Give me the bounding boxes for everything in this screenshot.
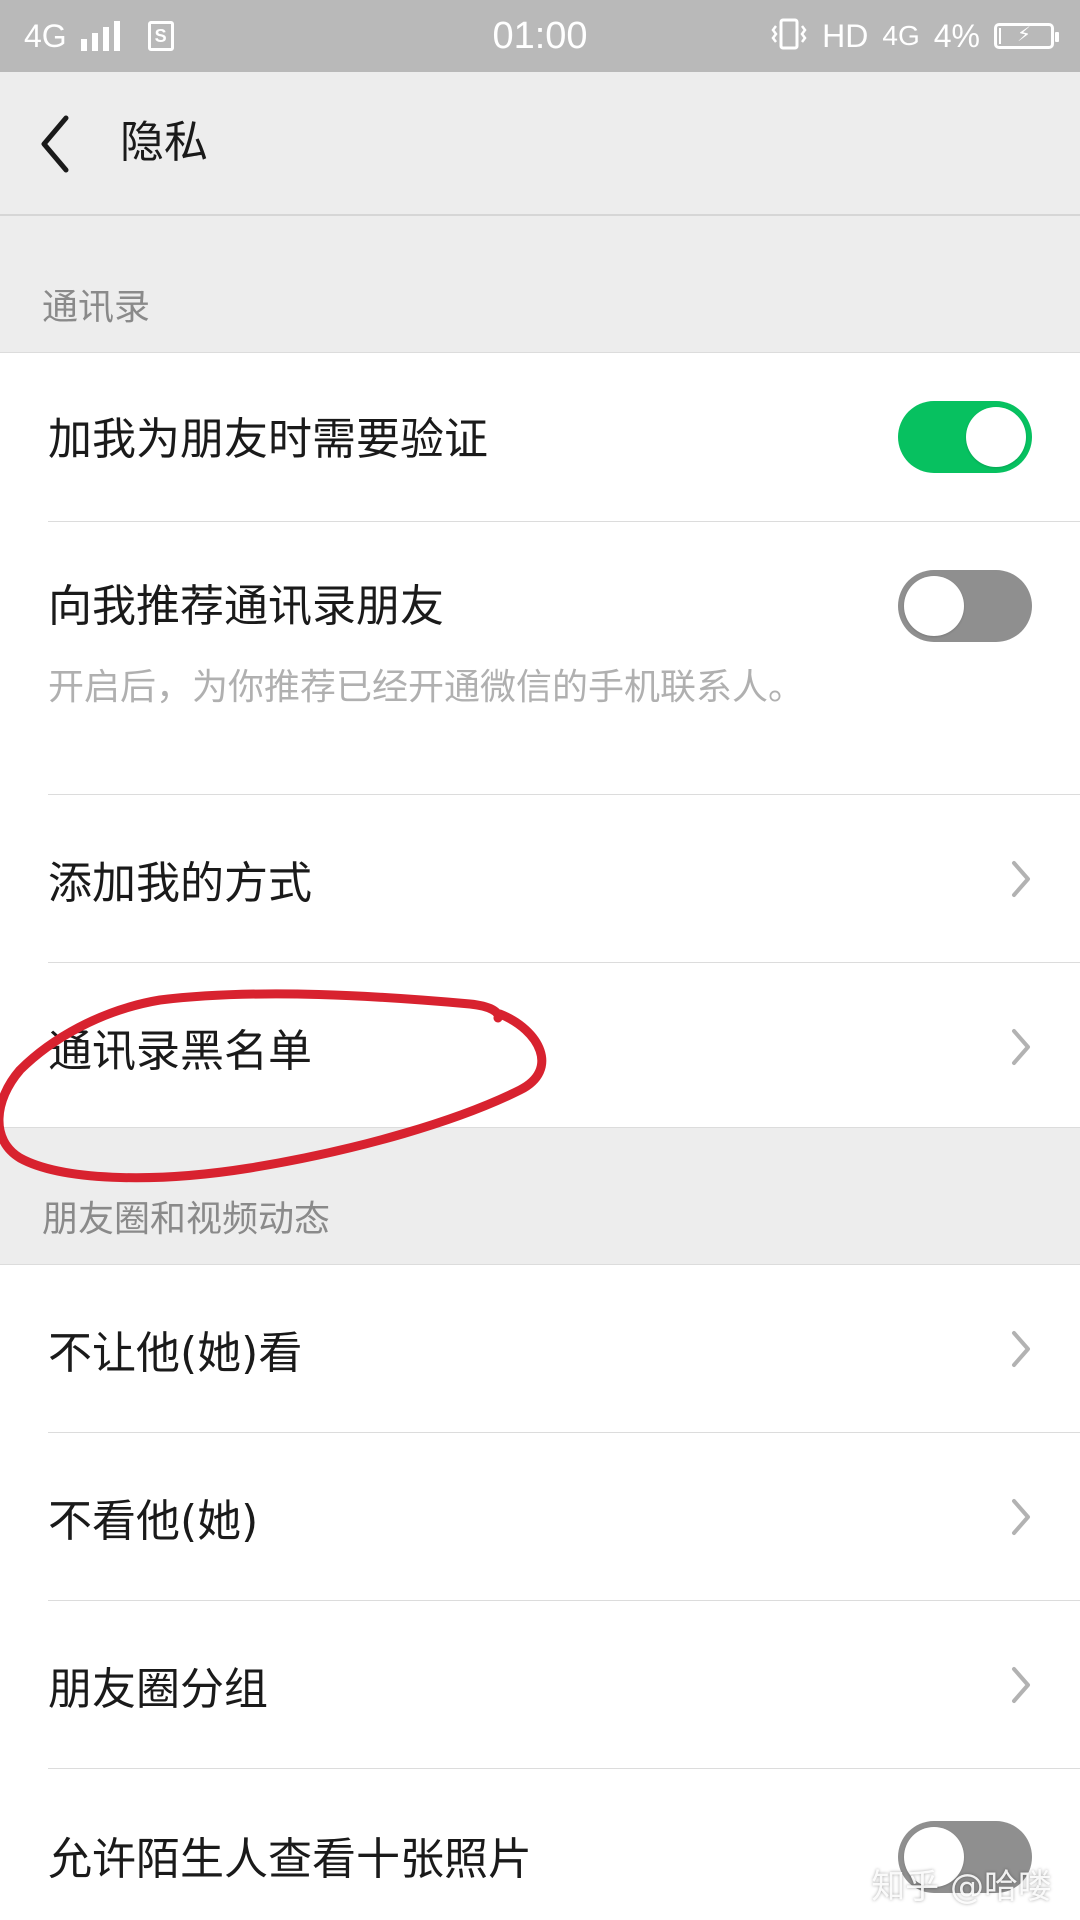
section-header-contacts: 通讯录 <box>0 216 1080 352</box>
back-button[interactable] <box>30 106 100 182</box>
chevron-right-icon <box>1012 1029 1030 1065</box>
vibrate-icon <box>770 17 808 55</box>
row-blacklist[interactable]: 通讯录黑名单 <box>0 963 1080 1128</box>
recommend-toggle[interactable] <box>898 570 1032 642</box>
nav-bar: 隐私 <box>0 72 1080 216</box>
watermark: 知乎 @哈喽 <box>871 1867 1052 1907</box>
status-right: HD 4G 4% ⚡ <box>770 0 1059 72</box>
chevron-right-icon <box>1012 1499 1030 1535</box>
row-moments-group[interactable]: 朋友圈分组 <box>0 1601 1080 1768</box>
toggle-knob <box>904 576 964 636</box>
moments-group: 不让他(她)看 不看他(她) 朋友圈分组 允许陌生人查看十张照片 <box>0 1264 1080 1920</box>
back-arrow-icon <box>41 115 69 173</box>
row-recommend: 向我推荐通讯录朋友 开启后，为你推荐已经开通微信的手机联系人。 <box>0 522 1080 794</box>
privacy-settings-screen: 4G S 01:00 HD 4G 4% ⚡ 隐私 通讯录 加我为朋友时需要验证 … <box>0 0 1080 1920</box>
row-not-see[interactable]: 不看他(她) <box>0 1433 1080 1600</box>
row-hide-from-label: 不让他(她)看 <box>48 1328 303 1379</box>
row-stranger-photos-label: 允许陌生人查看十张照片 <box>48 1834 532 1885</box>
section-header-moments: 朋友圈和视频动态 <box>0 1128 1080 1264</box>
chevron-right-icon <box>1012 1331 1030 1367</box>
chevron-right-icon <box>1012 1667 1030 1703</box>
row-add-methods[interactable]: 添加我的方式 <box>0 795 1080 962</box>
verify-toggle[interactable] <box>898 401 1032 473</box>
status-bar: 4G S 01:00 HD 4G 4% ⚡ <box>0 0 1080 72</box>
charging-icon: ⚡ <box>1016 22 1032 46</box>
chevron-right-icon <box>1012 861 1030 897</box>
row-recommend-label: 向我推荐通讯录朋友 <box>48 581 444 632</box>
row-hide-from[interactable]: 不让他(她)看 <box>0 1265 1080 1432</box>
hd-label: HD <box>822 17 869 54</box>
section-title-contacts: 通讯录 <box>42 287 151 328</box>
row-blacklist-label: 通讯录黑名单 <box>48 1026 312 1077</box>
row-verify-label: 加我为朋友时需要验证 <box>48 414 488 465</box>
section-title-moments: 朋友圈和视频动态 <box>42 1199 331 1240</box>
row-recommend-desc: 开启后，为你推荐已经开通微信的手机联系人。 <box>48 667 805 708</box>
row-add-methods-label: 添加我的方式 <box>48 858 312 909</box>
row-not-see-label: 不看他(她) <box>48 1496 259 1547</box>
battery-percent: 4% <box>933 17 980 54</box>
toggle-knob <box>966 407 1026 467</box>
row-verify: 加我为朋友时需要验证 <box>0 353 1080 521</box>
contacts-group: 加我为朋友时需要验证 向我推荐通讯录朋友 开启后，为你推荐已经开通微信的手机联系… <box>0 352 1080 1128</box>
battery-icon: ⚡ <box>994 22 1059 49</box>
page-title: 隐私 <box>120 117 208 168</box>
network-type-right: 4G <box>882 20 920 51</box>
row-moments-group-label: 朋友圈分组 <box>48 1664 268 1715</box>
